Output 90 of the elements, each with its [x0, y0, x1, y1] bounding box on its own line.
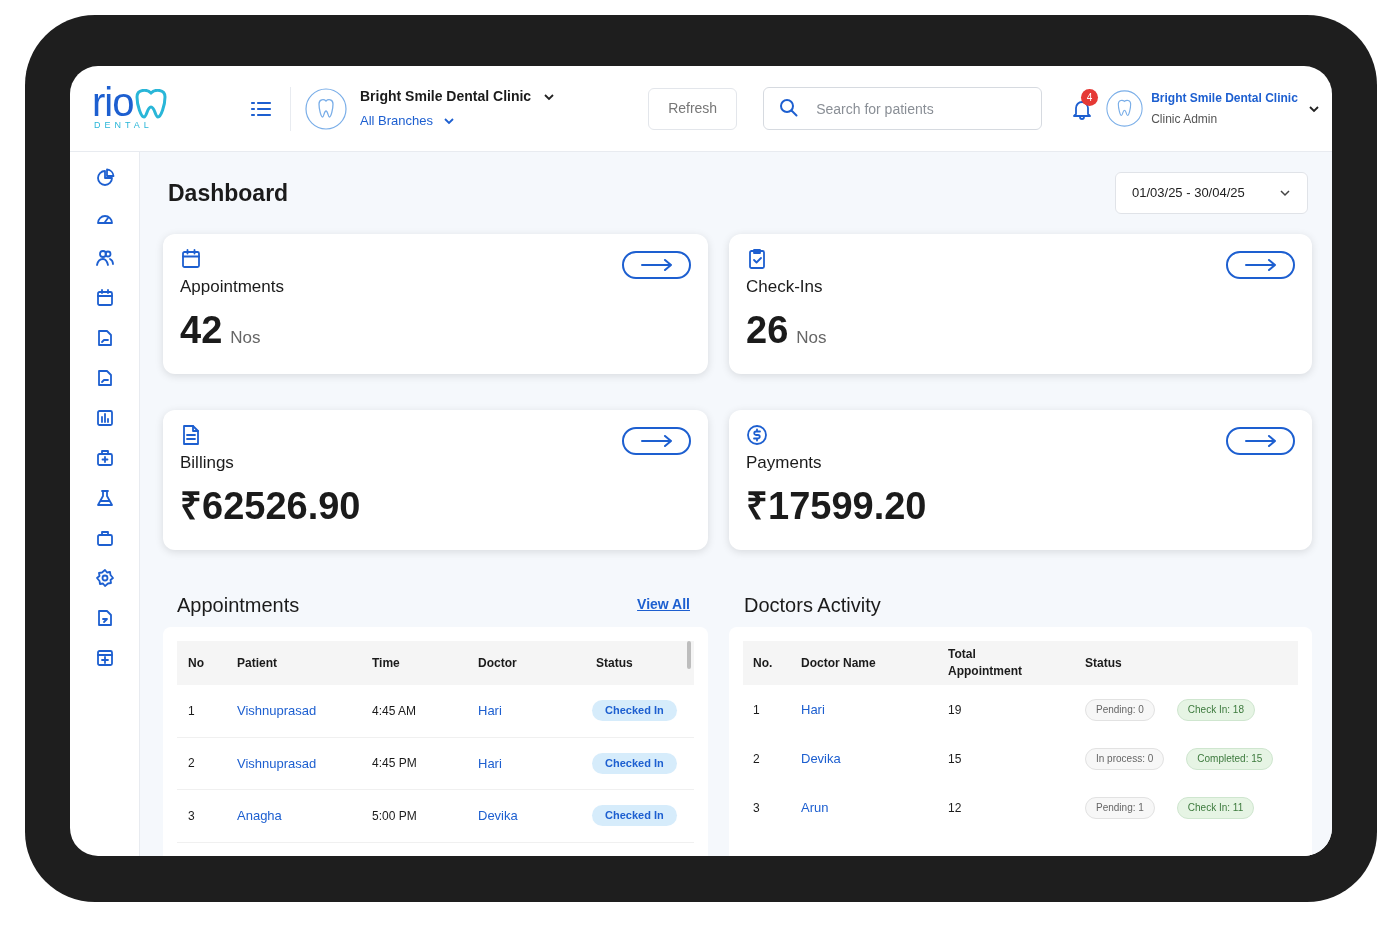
patient-link[interactable]: Anagha [237, 806, 372, 826]
table-cell-text: 2 [188, 755, 196, 773]
arrow-button[interactable] [1226, 251, 1295, 279]
table-cell-text: 12 [948, 799, 963, 817]
column-header: Status [1085, 654, 1123, 672]
card-unit: Nos [230, 326, 261, 349]
scrollbar-thumb[interactable] [687, 641, 691, 669]
status-badge: Checked In [592, 752, 677, 774]
card-value: 26 [746, 307, 789, 353]
search-icon [779, 98, 800, 118]
table-cell-text: 3 [753, 799, 761, 817]
status-badge: Checked In [592, 700, 677, 722]
calendar-icon [180, 248, 202, 270]
table-cell-text: 1 [188, 702, 196, 720]
arrow-right-icon [639, 435, 674, 447]
column-header: Doctor [478, 655, 518, 672]
column-header: No. [753, 654, 774, 672]
table-cell-text: 4:45 PM [372, 755, 418, 773]
users-icon[interactable] [94, 248, 115, 268]
page-title: Dashboard [168, 178, 289, 208]
doctor-link[interactable]: Devika [801, 748, 948, 769]
status-badge: Completed: 15 [1186, 747, 1274, 770]
arrow-button[interactable] [622, 427, 691, 455]
view-all-link[interactable]: View All [637, 594, 690, 615]
table-cell-text: 1 [753, 701, 761, 719]
patient-link[interactable]: Vishnuprasad [237, 753, 372, 773]
pie-chart-icon[interactable] [94, 168, 115, 188]
table-cell-text: 19 [948, 701, 963, 719]
status-badge: Checked In [592, 805, 677, 827]
column-header: Patient [237, 655, 278, 672]
notification-badge: 4 [1081, 88, 1099, 106]
clinic-dropdown[interactable]: Bright Smile Dental Clinic [360, 86, 556, 108]
tooth-avatar-icon [1106, 90, 1144, 127]
medical-kit-icon[interactable] [94, 448, 115, 468]
doctor-link[interactable]: Arun [801, 797, 948, 818]
card-label: Payments [746, 452, 823, 474]
calendar-icon[interactable] [94, 288, 115, 308]
table-cell-text: 5:00 PM [372, 807, 418, 825]
dollar-circle-icon [746, 424, 768, 446]
doctor-link[interactable]: Hari [801, 699, 948, 720]
chevron-down-icon [543, 92, 556, 101]
card-label: Appointments [180, 276, 285, 298]
column-header: Time [372, 655, 401, 672]
column-header: Total Appointment [948, 646, 1023, 680]
clipboard-check-icon [746, 248, 768, 270]
branch-dropdown[interactable]: All Branches [360, 111, 556, 131]
document-icon [180, 424, 202, 446]
arrow-right-icon [1243, 259, 1278, 271]
arrow-button[interactable] [622, 251, 691, 279]
flask-icon[interactable] [94, 488, 115, 508]
search-field[interactable]: Search for patients [763, 87, 1043, 130]
chevron-down-icon [1279, 189, 1291, 197]
arrow-button[interactable] [1226, 427, 1295, 455]
user-name: Bright Smile Dental Clinic [1151, 90, 1298, 107]
chevron-down-icon[interactable] [1307, 104, 1320, 113]
bag-icon[interactable] [94, 528, 115, 548]
date-range-dropdown[interactable]: 01/03/25 - 30/04/25 [1115, 172, 1308, 214]
column-header: Doctor Name [801, 654, 877, 672]
logo-text: rio [92, 84, 134, 119]
table-cell-text: 4:45 AM [372, 702, 418, 720]
calendar-plus-icon[interactable] [94, 648, 115, 668]
card-value: ₹62526.90 [180, 483, 361, 529]
patient-link[interactable]: Vishnuprasad [237, 701, 372, 721]
column-header: No [188, 655, 205, 672]
tooth-avatar-icon [305, 87, 347, 130]
user-role: Clinic Admin [1151, 111, 1219, 128]
table-cell-text: 3 [188, 807, 196, 825]
card-value: ₹17599.20 [746, 483, 927, 529]
menu-icon[interactable] [250, 99, 272, 118]
card-label: Billings [180, 452, 235, 474]
section-title: Appointments [177, 592, 300, 618]
card-label: Check-Ins [746, 276, 824, 298]
status-badge: Check In: 11 [1176, 796, 1255, 819]
status-badge: Check In: 18 [1176, 698, 1255, 721]
column-header: Status [596, 655, 634, 672]
settings-icon[interactable] [94, 568, 115, 588]
status-badge: Pending: 1 [1085, 796, 1155, 819]
table-cell-text: 15 [948, 750, 963, 768]
status-badge: Pending: 0 [1085, 698, 1155, 721]
card-unit: Nos [796, 326, 827, 349]
table-cell-text: 2 [753, 750, 761, 768]
status-badge: In process: 0 [1085, 747, 1165, 770]
logo-subtitle: DENTAL [93, 118, 153, 132]
arrow-right-icon [639, 259, 674, 271]
refresh-button[interactable]: Refresh [648, 87, 738, 130]
bar-chart-icon[interactable] [94, 408, 115, 428]
section-title: Doctors Activity [744, 592, 881, 618]
chevron-down-icon [443, 117, 455, 125]
card-value: 42 [180, 307, 223, 353]
arrow-right-icon [1243, 435, 1278, 447]
